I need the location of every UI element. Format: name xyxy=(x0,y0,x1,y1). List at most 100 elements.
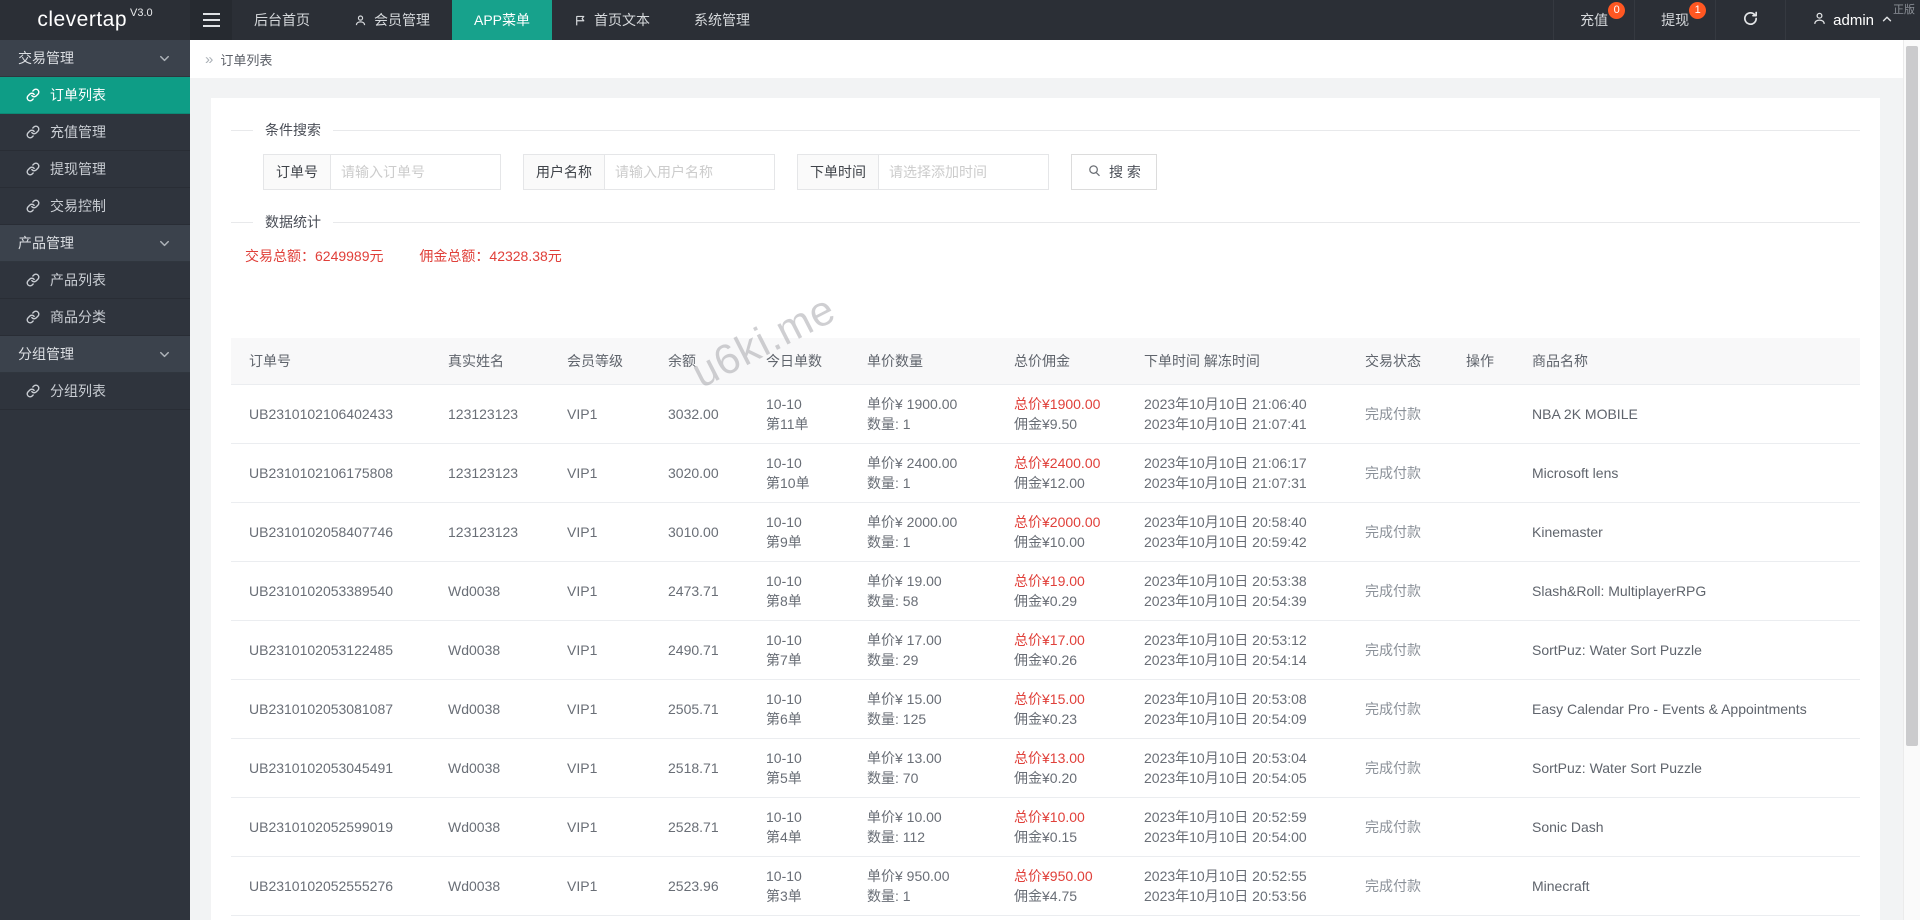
recharge-badge: 0 xyxy=(1608,2,1626,19)
cell-line-total: 总价¥2000.00 xyxy=(1014,514,1101,530)
cell-line-status: 完成付款 xyxy=(1365,406,1421,422)
withdraw-button[interactable]: 提现 1 xyxy=(1634,0,1715,40)
cell-balance: 2505.71 xyxy=(658,679,756,739)
hamburger-icon[interactable] xyxy=(190,0,232,40)
cell-line-time-order: 2023年10月10日 20:52:59 xyxy=(1144,809,1307,825)
breadcrumb-icon: » xyxy=(205,50,214,68)
total-amount-stat: 交易总额：6249989元 xyxy=(245,248,384,264)
nav-item-label: 会员管理 xyxy=(374,12,430,28)
sidebar: 交易管理 订单列表 充值管理 提现管理 交易控制产品管理产品列表 商品分类 分组管理 分组列表 xyxy=(0,40,190,920)
table-row: UB2310102058407746 123123123 VIP1 3010.00 10… xyxy=(231,502,1860,562)
cell-unit-price: 单价¥ 17.00 数量: 29 xyxy=(857,620,1004,680)
cell-line-day-order: 第6单 xyxy=(766,711,802,727)
sidebar-item-2-1[interactable]: 产品列表 xyxy=(0,262,190,299)
cell-level: VIP1 xyxy=(557,561,658,621)
table-row: UB2310102053389540 Wd0038 VIP1 2473.71 10-10… xyxy=(231,561,1860,621)
link-icon xyxy=(26,384,40,398)
cell-line-day: 10-10 xyxy=(766,455,802,471)
order-time-input[interactable] xyxy=(879,154,1049,190)
cell-unit-price: 单价¥ 15.00 数量: 125 xyxy=(857,679,1004,739)
cell-real-name: Wd0038 xyxy=(438,620,557,680)
cell-line-time-unfreeze: 2023年10月10日 20:54:05 xyxy=(1144,770,1307,786)
cell-line-level: VIP1 xyxy=(567,878,598,894)
cell-line-commission: 佣金¥0.23 xyxy=(1014,711,1078,727)
nav-item-2[interactable]: 会员管理 xyxy=(332,0,452,40)
cell-line-order-no: UB2310102053081087 xyxy=(249,701,394,717)
sidebar-item-2-2[interactable]: 商品分类 xyxy=(0,299,190,336)
withdraw-label: 提现 xyxy=(1661,12,1690,28)
cell-line-quantity: 数量: 1 xyxy=(867,416,911,432)
cell-level: VIP1 xyxy=(557,915,658,920)
commission-amount-stat: 佣金总额：42328.38元 xyxy=(419,248,562,264)
cell-line-product: Easy Calendar Pro - Events & Appointment… xyxy=(1532,701,1807,717)
order-time-field-group: 下单时间 xyxy=(797,154,1049,190)
scrollbar-thumb[interactable] xyxy=(1906,46,1918,746)
cell-line-order-no: UB2310102053122485 xyxy=(249,642,394,658)
cell-line-day-order: 第10单 xyxy=(766,475,810,491)
cell-line-order-no: UB2310102052599019 xyxy=(249,819,394,835)
refresh-button[interactable] xyxy=(1715,0,1785,40)
cell-line-balance: 2473.71 xyxy=(668,583,719,599)
cell-line-day-order: 第8单 xyxy=(766,593,802,609)
column-header-6: 单价数量 xyxy=(857,338,1004,385)
cell-order-no: UB2310102052599019 xyxy=(231,797,438,857)
username-input[interactable] xyxy=(605,154,775,190)
cell-action xyxy=(1456,797,1522,857)
cell-line-balance: 3010.00 xyxy=(668,524,719,540)
cell-action xyxy=(1456,738,1522,798)
cell-status: 完成付款 xyxy=(1355,561,1456,621)
cell-line-order-no: UB2310102058407746 xyxy=(249,524,394,540)
cell-line-status: 完成付款 xyxy=(1365,524,1421,540)
column-header-1: 订单号 xyxy=(231,338,438,385)
cell-line-level: VIP1 xyxy=(567,819,598,835)
sidebar-item-1-1[interactable]: 订单列表 xyxy=(0,77,190,114)
cell-status: 完成付款 xyxy=(1355,384,1456,444)
cell-status: 完成付款 xyxy=(1355,679,1456,739)
vertical-scrollbar[interactable] xyxy=(1903,40,1920,920)
sidebar-group-2[interactable]: 产品管理 xyxy=(0,225,190,262)
sidebar-group-label: 产品管理 xyxy=(18,235,74,251)
cell-action xyxy=(1456,679,1522,739)
cell-order-no: UB2310102052555276 xyxy=(231,856,438,916)
cell-line-day: 10-10 xyxy=(766,809,802,825)
chevron-down-icon xyxy=(157,347,172,362)
nav-item-1[interactable]: 后台首页 xyxy=(232,0,332,40)
cell-line-status: 完成付款 xyxy=(1365,878,1421,894)
sidebar-group-1[interactable]: 交易管理 xyxy=(0,40,190,77)
cell-line-quantity: 数量: 58 xyxy=(867,593,919,609)
cell-balance: 2517.96 xyxy=(658,915,756,920)
cell-time-order: 2023年10月10日 20:53:04 2023年10月10日 20:54:05 xyxy=(1134,738,1355,798)
sidebar-item-1-3[interactable]: 提现管理 xyxy=(0,151,190,188)
table-row: UB2310102053045491 Wd0038 VIP1 2518.71 10-10… xyxy=(231,738,1860,798)
search-button[interactable]: 搜 索 xyxy=(1071,154,1157,190)
cell-line-product: SortPuz: Water Sort Puzzle xyxy=(1532,760,1702,776)
cell-line-commission: 佣金¥0.29 xyxy=(1014,593,1078,609)
cell-day: 10-10 第5单 xyxy=(756,738,857,798)
logo-version: V3.0 xyxy=(130,7,153,19)
cell-action xyxy=(1456,856,1522,916)
cell-line-commission: 佣金¥10.00 xyxy=(1014,534,1085,550)
cell-balance: 3010.00 xyxy=(658,502,756,562)
nav-item-3[interactable]: APP菜单 xyxy=(452,0,553,40)
nav-item-5[interactable]: 系统管理 xyxy=(672,0,772,40)
cell-line-unit-price: 单价¥ 17.00 xyxy=(867,632,942,648)
nav-item-4[interactable]: 首页文本 xyxy=(552,0,672,40)
orders-table: 订单号 真实姓名 会员等级 余额 今日单数 单价数量 总价佣金 下单时间 解冻时间 交易状态 操作… xyxy=(231,338,1860,920)
order-no-input[interactable] xyxy=(331,154,501,190)
cell-action xyxy=(1456,915,1522,920)
table-row: UB2310102106402433 123123123 VIP1 3032.00 10… xyxy=(231,384,1860,444)
cell-line-level: VIP1 xyxy=(567,642,598,658)
cell-day: 10-10 第10单 xyxy=(756,443,857,503)
cell-unit-price: 单价¥ 1900.00 数量: 1 xyxy=(857,384,1004,444)
cell-line-status: 完成付款 xyxy=(1365,465,1421,481)
sidebar-item-1-4[interactable]: 交易控制 xyxy=(0,188,190,225)
sidebar-item-3-1[interactable]: 分组列表 xyxy=(0,373,190,410)
cell-level: VIP1 xyxy=(557,679,658,739)
cell-total: 总价¥2400.00 佣金¥12.00 xyxy=(1004,443,1134,503)
sidebar-item-1-2[interactable]: 充值管理 xyxy=(0,114,190,151)
cell-line-total: 总价¥17.00 xyxy=(1014,632,1085,648)
recharge-button[interactable]: 充值 0 xyxy=(1553,0,1634,40)
sidebar-group-3[interactable]: 分组管理 xyxy=(0,336,190,373)
cell-line-total: 总价¥19.00 xyxy=(1014,573,1085,589)
refresh-icon xyxy=(1742,10,1759,30)
